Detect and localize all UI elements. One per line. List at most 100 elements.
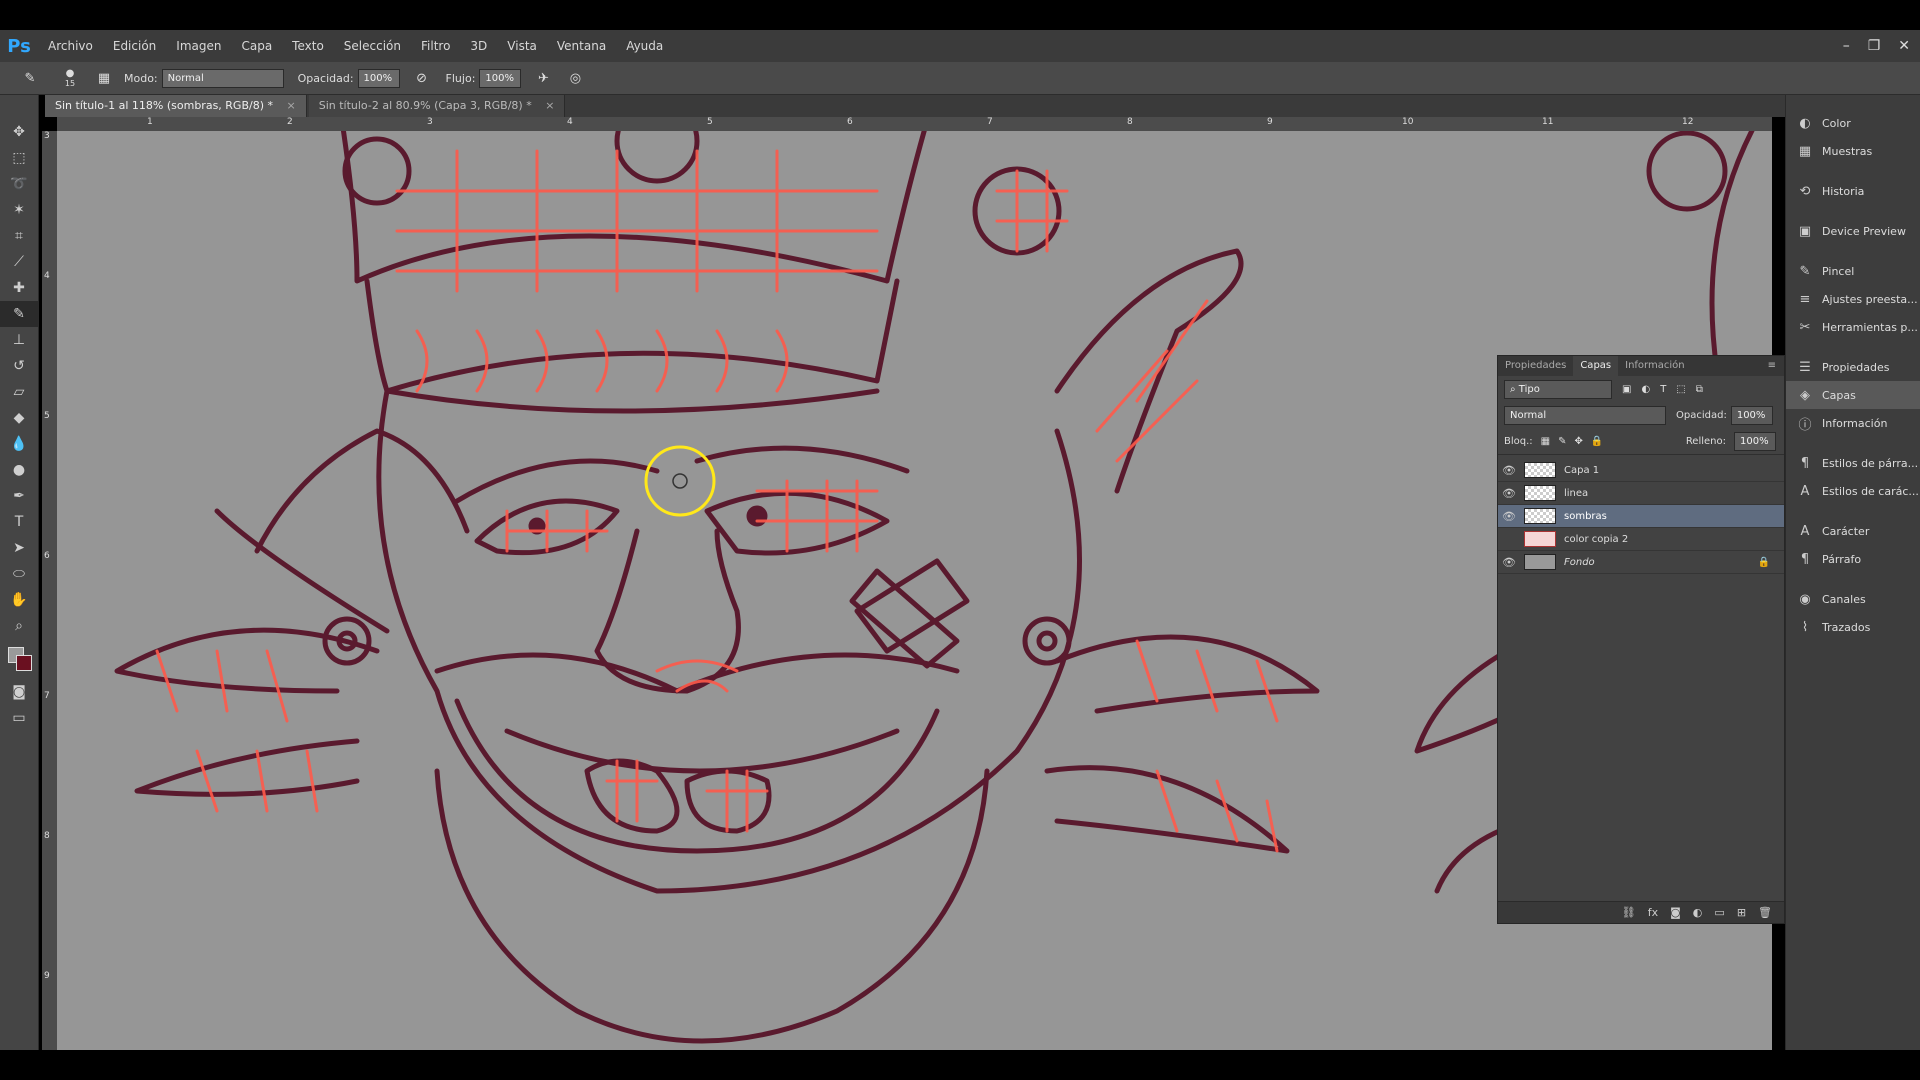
paint-bucket-tool-icon[interactable]: ◆ <box>0 405 38 431</box>
layer-row[interactable]: 👁 Capa 1 <box>1498 459 1784 482</box>
tab-info[interactable]: Información <box>1618 356 1691 376</box>
minimize-button[interactable]: – <box>1843 38 1850 54</box>
menu-archivo[interactable]: Archivo <box>38 30 103 62</box>
crop-tool-icon[interactable]: ⌗ <box>0 223 38 249</box>
fill-input[interactable]: 100% <box>1734 431 1776 451</box>
layer-style-fx-icon[interactable]: fx <box>1648 906 1658 919</box>
dock-item-paragraph-styles[interactable]: ¶ Estilos de párra... <box>1786 449 1920 477</box>
dock-item-layers[interactable]: ◈ Capas <box>1786 381 1920 409</box>
marquee-tool-icon[interactable]: ⬚ <box>0 145 38 171</box>
zoom-tool-icon[interactable]: ⌕ <box>0 613 38 639</box>
filter-smart-object-icon[interactable]: ⧉ <box>1696 384 1703 395</box>
dock-item-character[interactable]: A Carácter <box>1786 517 1920 545</box>
dock-item-info[interactable]: ⓘ Información <box>1786 409 1920 437</box>
eyedropper-tool-icon[interactable]: ⟋ <box>0 249 38 275</box>
tab-close-icon[interactable]: × <box>545 99 554 112</box>
menu-ventana[interactable]: Ventana <box>547 30 616 62</box>
filter-type-icon[interactable]: T <box>1660 384 1666 395</box>
tab-close-icon[interactable]: × <box>287 99 296 112</box>
brush-size-picker[interactable]: ● 15 <box>60 68 80 88</box>
filter-shape-icon[interactable]: ⬚ <box>1676 384 1685 395</box>
lasso-tool-icon[interactable]: ➰ <box>0 171 38 197</box>
menu-filtro[interactable]: Filtro <box>411 30 460 62</box>
brush-tool-preset-icon[interactable]: ✎ <box>20 68 40 88</box>
blend-mode-select[interactable]: Normal <box>1504 405 1666 425</box>
new-layer-icon[interactable]: ⊞ <box>1737 906 1746 919</box>
dock-item-brush-presets[interactable]: ≡ Ajustes preesta... <box>1786 285 1920 313</box>
add-mask-icon[interactable]: ◙ <box>1670 906 1681 919</box>
visibility-eye-icon[interactable]: 👁 <box>1498 510 1520 523</box>
visibility-eye-icon[interactable]: 👁 <box>1498 464 1520 477</box>
visibility-off-box[interactable]: · <box>1498 533 1520 546</box>
screen-mode-icon[interactable]: ▭ <box>0 705 38 731</box>
delete-layer-icon[interactable]: 🗑 <box>1758 906 1772 919</box>
adjustment-layer-icon[interactable]: ◐ <box>1693 906 1703 919</box>
opacity-input[interactable]: 100% <box>357 68 400 88</box>
panel-menu-icon[interactable]: ≡ <box>1760 356 1784 376</box>
layer-filter-select[interactable]: ⌕ Tipo <box>1504 379 1612 399</box>
new-group-icon[interactable]: ▭ <box>1714 906 1724 919</box>
history-brush-tool-icon[interactable]: ↺ <box>0 353 38 379</box>
close-button[interactable]: ✕ <box>1898 38 1910 54</box>
lock-pixels-icon[interactable]: ✎ <box>1558 436 1566 447</box>
layer-row[interactable]: · color copia 2 <box>1498 528 1784 551</box>
dodge-tool-icon[interactable]: ● <box>0 457 38 483</box>
visibility-eye-icon[interactable]: 👁 <box>1498 556 1520 569</box>
type-tool-icon[interactable]: T <box>0 509 38 535</box>
blur-tool-icon[interactable]: 💧 <box>0 431 38 457</box>
layer-opacity-input[interactable]: 100% <box>1730 405 1773 425</box>
layer-row[interactable]: 👁 Fondo 🔒 <box>1498 551 1784 574</box>
quick-mask-icon[interactable]: ◙ <box>0 679 38 705</box>
menu-ayuda[interactable]: Ayuda <box>616 30 673 62</box>
dock-item-properties[interactable]: ☰ Propiedades <box>1786 353 1920 381</box>
airbrush-icon[interactable]: ✈ <box>533 68 553 88</box>
menu-imagen[interactable]: Imagen <box>166 30 231 62</box>
pressure-opacity-icon[interactable]: ⊘ <box>412 68 432 88</box>
menu-3d[interactable]: 3D <box>460 30 497 62</box>
ellipse-tool-icon[interactable]: ⬭ <box>0 561 38 587</box>
dock-item-paths[interactable]: ⌇ Trazados <box>1786 613 1920 641</box>
lock-position-icon[interactable]: ✥ <box>1575 436 1583 447</box>
dock-item-tool-presets[interactable]: ✂ Herramientas p... <box>1786 313 1920 341</box>
tab-document-1[interactable]: Sin título-1 al 118% (sombras, RGB/8) * … <box>45 95 307 117</box>
hand-tool-icon[interactable]: ✋ <box>0 587 38 613</box>
dock-item-device-preview[interactable]: ▣ Device Preview <box>1786 217 1920 245</box>
path-selection-tool-icon[interactable]: ➤ <box>0 535 38 561</box>
tab-layers[interactable]: Capas <box>1573 356 1619 376</box>
pen-tool-icon[interactable]: ✒ <box>0 483 38 509</box>
filter-pixel-icon[interactable]: ▣ <box>1622 384 1631 395</box>
dock-item-color[interactable]: ◐ Color <box>1786 109 1920 137</box>
layer-row[interactable]: 👁 linea <box>1498 482 1784 505</box>
magic-wand-tool-icon[interactable]: ✶ <box>0 197 38 223</box>
menu-vista[interactable]: Vista <box>497 30 547 62</box>
menu-texto[interactable]: Texto <box>282 30 334 62</box>
eraser-tool-icon[interactable]: ▱ <box>0 379 38 405</box>
lock-transparency-icon[interactable]: ▦ <box>1541 436 1550 447</box>
layer-row-selected[interactable]: 👁 sombras <box>1498 505 1784 528</box>
healing-brush-tool-icon[interactable]: ✚ <box>0 275 38 301</box>
restore-button[interactable]: ❐ <box>1868 38 1881 54</box>
dock-item-history[interactable]: ⟲ Historia <box>1786 177 1920 205</box>
mode-select[interactable]: Normal <box>161 68 284 88</box>
color-swatches[interactable] <box>0 643 38 679</box>
tab-document-2[interactable]: Sin título-2 al 80.9% (Capa 3, RGB/8) * … <box>308 95 566 117</box>
menu-capa[interactable]: Capa <box>231 30 282 62</box>
filter-adjustment-icon[interactable]: ◐ <box>1641 384 1650 395</box>
lock-all-icon[interactable]: 🔒 <box>1591 436 1603 447</box>
background-color-swatch[interactable] <box>16 655 32 671</box>
dock-item-paragraph[interactable]: ¶ Párrafo <box>1786 545 1920 573</box>
flow-input[interactable]: 100% <box>479 68 522 88</box>
dock-item-channels[interactable]: ◉ Canales <box>1786 585 1920 613</box>
brush-tool-icon[interactable]: ✎ <box>0 301 38 327</box>
stamp-tool-icon[interactable]: ⊥ <box>0 327 38 353</box>
pressure-size-icon[interactable]: ◎ <box>565 68 585 88</box>
tab-properties[interactable]: Propiedades <box>1498 356 1573 376</box>
menu-seleccion[interactable]: Selección <box>334 30 411 62</box>
menu-edicion[interactable]: Edición <box>103 30 166 62</box>
visibility-eye-icon[interactable]: 👁 <box>1498 487 1520 500</box>
brush-panel-toggle-icon[interactable]: ▦ <box>94 68 114 88</box>
move-tool-icon[interactable]: ✥ <box>0 119 38 145</box>
dock-item-swatches[interactable]: ▦ Muestras <box>1786 137 1920 165</box>
dock-item-character-styles[interactable]: A Estilos de carác... <box>1786 477 1920 505</box>
dock-item-brush[interactable]: ✎ Pincel <box>1786 257 1920 285</box>
